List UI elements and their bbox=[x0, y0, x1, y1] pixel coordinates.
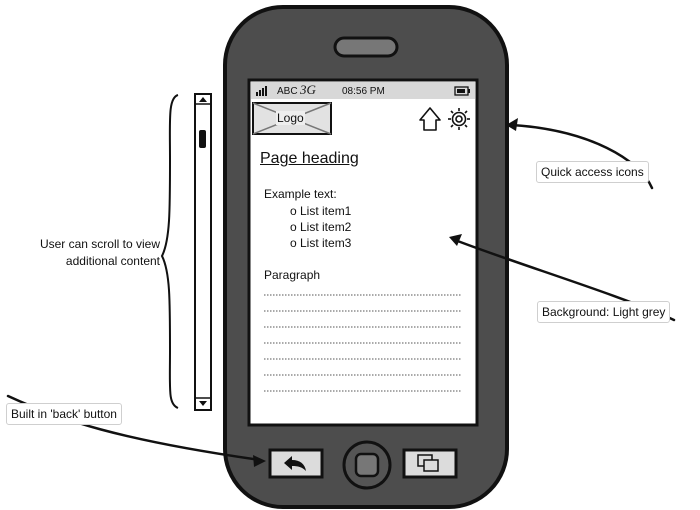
logo-label: Logo bbox=[276, 111, 305, 125]
network-label: 3G bbox=[300, 82, 316, 97]
quick-access-callout: Quick access icons bbox=[536, 161, 649, 183]
paragraph-label: Paragraph bbox=[264, 268, 321, 282]
home-hardware-button[interactable] bbox=[342, 440, 392, 490]
background-callout: Background: Light grey bbox=[537, 301, 671, 323]
back-button[interactable] bbox=[268, 448, 324, 479]
scroll-thumb bbox=[199, 130, 206, 148]
scroll-note: User can scroll to view additional conte… bbox=[39, 237, 160, 268]
list-item: o List item2 bbox=[290, 220, 352, 234]
scrollbar[interactable] bbox=[194, 93, 212, 411]
back-button-callout: Built in 'back' button bbox=[6, 403, 122, 425]
multitask-button[interactable] bbox=[402, 448, 458, 479]
speaker-slot bbox=[333, 36, 399, 58]
list-item: o List item1 bbox=[290, 204, 352, 218]
status-time: 08:56 PM bbox=[342, 86, 385, 97]
list-item: o List item3 bbox=[290, 236, 352, 250]
page-heading: Page heading bbox=[260, 150, 359, 167]
scroll-brace bbox=[160, 94, 179, 409]
example-text-label: Example text: bbox=[264, 187, 337, 201]
carrier-label: ABC bbox=[277, 86, 298, 97]
